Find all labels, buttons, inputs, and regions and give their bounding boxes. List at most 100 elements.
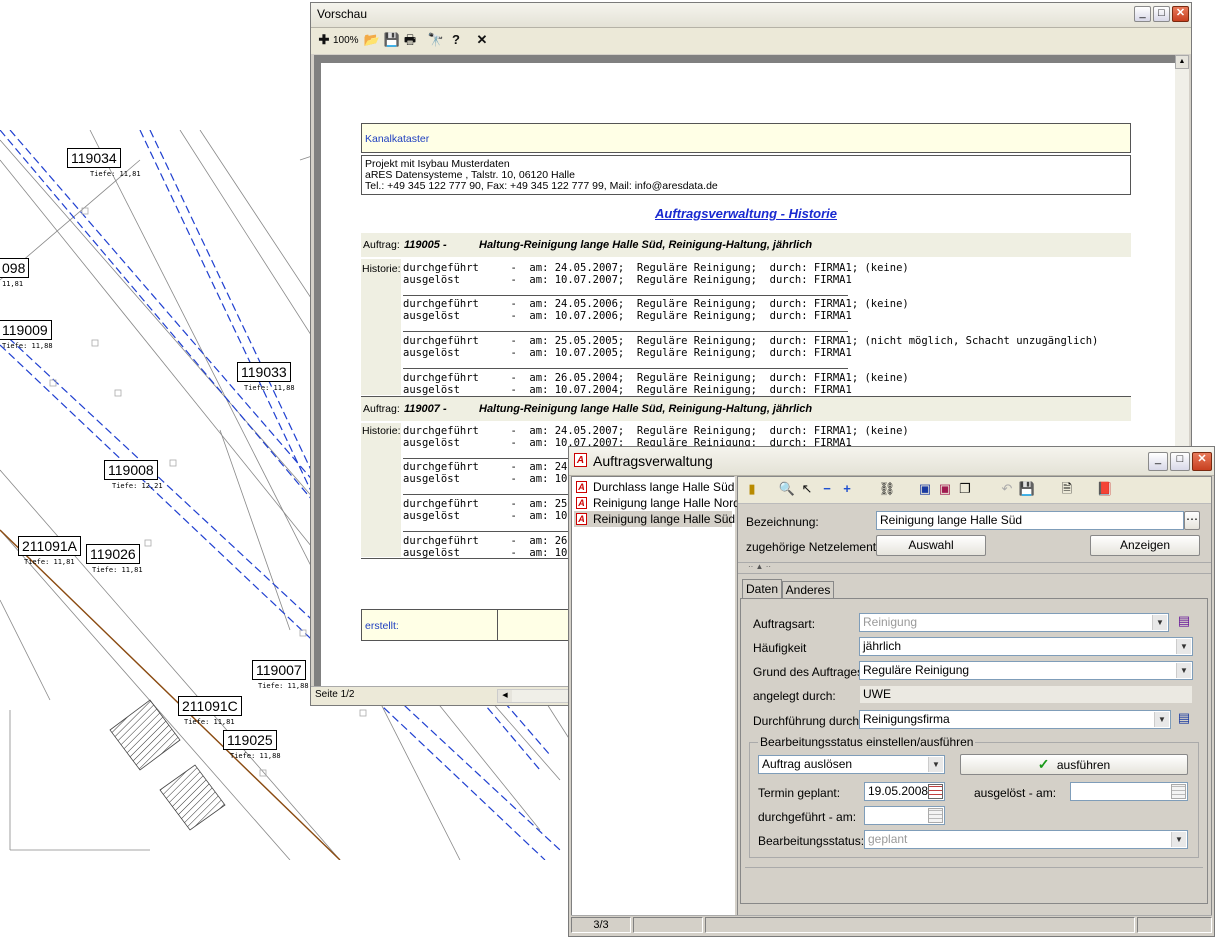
status-pane-count: 3/3: [571, 917, 631, 933]
network-select-icon[interactable]: ⛓: [878, 481, 896, 499]
remove-icon[interactable]: −: [818, 481, 836, 499]
auftrag-label: Auftrag:: [363, 239, 400, 251]
chevron-down-icon[interactable]: ▼: [1154, 712, 1169, 727]
help-icon[interactable]: ?: [447, 32, 465, 50]
history-line: durchgeführt - am: 26.05.2004; Reguläre …: [403, 372, 909, 384]
map-label-211091c[interactable]: 211091C: [178, 696, 242, 716]
search-icon[interactable]: 🔍: [778, 481, 796, 499]
grund-select[interactable]: Reguläre Reinigung ▼: [859, 661, 1193, 680]
save-disk-icon[interactable]: 💾: [383, 32, 401, 50]
action-value: Auftrag auslösen: [762, 757, 853, 771]
history-divider: [403, 331, 848, 332]
termin-value: 19.05.2008: [868, 784, 929, 798]
minimize-button[interactable]: _: [1148, 452, 1168, 471]
add-icon[interactable]: +: [838, 481, 856, 499]
chevron-down-icon[interactable]: ▼: [1176, 639, 1191, 654]
auftragsart-select[interactable]: Reinigung ▼: [859, 613, 1169, 632]
window-new-icon[interactable]: ▣: [916, 481, 934, 499]
ausgeloest-field[interactable]: [1070, 782, 1188, 801]
auftragsart-edit-icon[interactable]: ▤: [1175, 613, 1193, 631]
order-desc: Haltung-Reinigung lange Halle Süd, Reini…: [479, 239, 813, 251]
report-icon[interactable]: 🗎: [1058, 481, 1076, 499]
history-line: durchgeführt - am: 24.: [403, 461, 574, 473]
map-label-119034[interactable]: 119034: [67, 148, 121, 168]
zoom-icon[interactable]: ✚: [315, 32, 333, 50]
chevron-down-icon[interactable]: ▼: [1176, 663, 1191, 678]
map-label-119007[interactable]: 119007: [252, 660, 306, 680]
scroll-left-button[interactable]: ◀: [498, 690, 512, 702]
chevron-down-icon[interactable]: ▼: [1152, 615, 1167, 630]
history-line: durchgeführt - am: 24.05.2007; Reguläre …: [403, 262, 909, 274]
durchgefuehrt-field[interactable]: [864, 806, 945, 825]
status-group: Bearbeitungsstatus einstellen/ausführen …: [749, 735, 1199, 858]
calendar-icon[interactable]: [928, 808, 943, 823]
auftrag-titlebar[interactable]: A Auftragsverwaltung _ □ ✕: [569, 447, 1214, 476]
splitter[interactable]: ·· ▲ ··: [738, 562, 1211, 574]
haeufigkeit-select[interactable]: jährlich ▼: [859, 637, 1193, 656]
map-label-098[interactable]: 098: [0, 258, 30, 278]
save-icon[interactable]: 💾: [1018, 481, 1036, 499]
list-item-label: Reinigung lange Halle Nord: [593, 496, 740, 510]
list-item-selected[interactable]: A Reinigung lange Halle Süd: [574, 511, 735, 527]
map-label-119009[interactable]: 119009: [0, 320, 52, 340]
book-icon[interactable]: 📕: [1096, 481, 1114, 499]
zoom-level[interactable]: 100%: [333, 35, 359, 46]
list-item[interactable]: A Reinigung lange Halle Nord: [574, 495, 740, 511]
tab-daten[interactable]: Daten: [742, 579, 782, 599]
durchfuehrung-list-icon[interactable]: ▤: [1175, 710, 1193, 728]
angelegt-label: angelegt durch:: [753, 689, 836, 703]
map-label-119033[interactable]: 119033: [237, 362, 291, 382]
durchfuehrung-label: Durchführung durch:: [753, 714, 863, 728]
pointer-icon[interactable]: ↖: [798, 481, 816, 499]
bezeichnung-field[interactable]: Reinigung lange Halle Süd: [876, 511, 1184, 530]
anzeigen-button[interactable]: Anzeigen: [1090, 535, 1200, 556]
ausfuehren-button[interactable]: ✓ ausführen: [960, 754, 1188, 775]
history-line: ausgelöst - am: 10.07.2005; Reguläre Rei…: [403, 347, 852, 359]
scroll-up-button[interactable]: ▲: [1175, 55, 1189, 69]
find-binoculars-icon[interactable]: 🔭: [427, 32, 445, 50]
maximize-button[interactable]: □: [1170, 452, 1190, 471]
haeufigkeit-value: jährlich: [863, 639, 902, 653]
history-line: ausgelöst - am: 10.07.2007; Reguläre Rei…: [403, 274, 852, 286]
close-preview-icon[interactable]: ✕: [473, 32, 491, 50]
report-title: Auftragsverwaltung - Historie: [654, 206, 838, 221]
undo-icon[interactable]: ↶: [998, 481, 1016, 499]
termin-label: Termin geplant:: [758, 786, 841, 800]
history-line: ausgelöst - am: 10.07.2006; Reguläre Rei…: [403, 310, 852, 322]
record-count: 3/3: [593, 919, 609, 931]
bstatus-label: Bearbeitungsstatus:: [758, 834, 865, 848]
calendar-icon[interactable]: [1171, 784, 1186, 799]
map-sublabel: Tiefe: 12,21: [112, 482, 163, 490]
calendar-icon[interactable]: [928, 784, 943, 799]
minimize-button[interactable]: _: [1134, 6, 1151, 22]
window-copy-icon[interactable]: ❐: [956, 481, 974, 499]
open-folder-icon[interactable]: 📂: [363, 32, 381, 50]
map-label-211091a[interactable]: 211091A: [18, 536, 82, 556]
map-sublabel: Tiefe: 11,81: [184, 718, 235, 726]
close-button[interactable]: ✕: [1192, 452, 1212, 471]
print-icon[interactable]: 🖶: [401, 32, 419, 50]
grund-value: Reguläre Reinigung: [863, 663, 970, 677]
auswahl-button[interactable]: Auswahl: [876, 535, 986, 556]
map-sublabel: Tiefe: 11,81: [90, 170, 141, 178]
map-label-119025[interactable]: 119025: [223, 730, 277, 750]
window-delete-icon[interactable]: ▣: [936, 481, 954, 499]
list-item[interactable]: A Durchlass lange Halle Süd: [574, 479, 734, 495]
close-button[interactable]: ✕: [1172, 6, 1189, 22]
map-label-119026[interactable]: 119026: [86, 544, 140, 564]
action-select[interactable]: Auftrag auslösen ▼: [758, 755, 945, 774]
durchfuehrung-select[interactable]: Reinigungsfirma ▼: [859, 710, 1171, 729]
splitter-up-icon[interactable]: ·· ▲ ··: [748, 562, 771, 571]
check-icon: ✓: [1037, 756, 1050, 772]
map-label-119008[interactable]: 119008: [104, 460, 158, 480]
exit-door-icon[interactable]: ▮: [743, 481, 761, 499]
tab-anderes[interactable]: Anderes: [782, 581, 834, 599]
maximize-button[interactable]: □: [1153, 6, 1170, 22]
map-sublabel: Tiefe: 11,81: [24, 558, 75, 566]
chevron-down-icon[interactable]: ▼: [1171, 832, 1186, 847]
preview-titlebar[interactable]: Vorschau _ □ ✕: [311, 3, 1191, 28]
termin-field[interactable]: 19.05.2008: [864, 782, 945, 801]
bstatus-select[interactable]: geplant ▼: [864, 830, 1188, 849]
bezeichnung-more-button[interactable]: ⋯: [1184, 511, 1200, 530]
chevron-down-icon[interactable]: ▼: [928, 757, 943, 772]
